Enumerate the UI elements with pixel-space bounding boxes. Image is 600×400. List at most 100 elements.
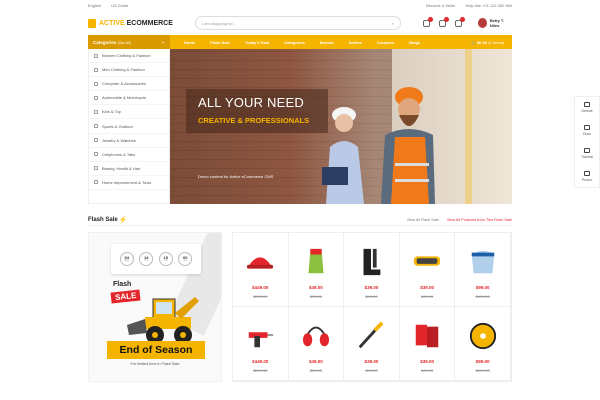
category-icon: [94, 81, 98, 86]
user-name: Betty T. Niles: [489, 18, 505, 28]
category-icon: [94, 152, 98, 157]
category-label: Home Improvement & Tools: [102, 179, 152, 185]
category-item[interactable]: Jewelry & Watches: [89, 134, 169, 148]
product-card[interactable]: $49.00 $59.00: [288, 233, 345, 307]
timer-unit: min: [163, 258, 168, 262]
side-tool-label: Docs: [583, 132, 591, 136]
safety-goggles-icon: [411, 247, 443, 277]
product-card[interactable]: $39.00 $49.00: [399, 233, 456, 307]
category-item[interactable]: Women Clothing & Fashion: [89, 49, 169, 64]
logo[interactable]: ACTIVE ECOMMERCE: [88, 18, 187, 28]
cart-button[interactable]: 🛒 $0.00 (0 Items): [471, 40, 512, 45]
category-icon: [94, 124, 98, 129]
helpline: Help line +01 112 352 566: [465, 3, 512, 8]
search-icon[interactable]: ⌕: [392, 21, 394, 26]
top-bar: English US Dollar Become a Seller Help l…: [0, 0, 600, 11]
product-card[interactable]: $39.00 $49.00: [399, 307, 456, 381]
search-input[interactable]: I am shopping for... ⌕: [194, 16, 401, 30]
end-of-season-banner: End of Season: [107, 341, 205, 359]
language-selector[interactable]: English: [88, 3, 101, 8]
category-label: Men Clothing & Fashion: [102, 67, 145, 73]
categories-label: Categories: [93, 39, 117, 45]
product-price: $99.00: [475, 359, 490, 364]
view-all-flash-sale-link[interactable]: View All Flash Sale: [407, 218, 439, 222]
nav-link-sellers[interactable]: Sellers: [349, 40, 362, 45]
woman-worker-illustration: [322, 107, 364, 204]
category-item[interactable]: Home Improvement & Tools: [89, 176, 169, 190]
side-tool-docs[interactable]: Docs: [583, 125, 591, 136]
notification-icon[interactable]: [454, 16, 465, 27]
loader-vehicle-icon: [127, 297, 199, 344]
header: ACTIVE ECOMMERCE I am shopping for... ⌕ …: [0, 11, 600, 35]
product-card[interactable]: $449.00 $599.00: [233, 307, 289, 381]
category-item[interactable]: Sports & Outdoor: [89, 119, 169, 134]
rubber-boot-icon: [355, 247, 387, 277]
category-icon: [94, 53, 98, 58]
category-item[interactable]: Beauty, Health & Hair: [89, 162, 169, 176]
product-card[interactable]: $99.00 $119.00: [455, 307, 511, 381]
product-price: $39.00: [364, 359, 379, 364]
product-price: $39.00: [364, 285, 379, 290]
side-tool-tutorial[interactable]: Tutorial: [581, 148, 593, 159]
hero-subtitle: CREATIVE & PROFESSIONALS: [198, 116, 310, 125]
nav-link-categories[interactable]: Categories: [284, 40, 305, 45]
bolt-icon: ⚡: [118, 216, 128, 224]
product-grid: $449.00 $599.00 $49.00 $59.00 $39.00 $49.00 $3…: [232, 232, 512, 382]
product-card[interactable]: $99.00 $119.00: [455, 233, 511, 307]
wishlist-badge: [443, 16, 449, 22]
side-tool-demos[interactable]: Demos: [581, 102, 593, 113]
product-old-price: $119.00: [475, 294, 490, 299]
hero-title: ALL YOUR NEED: [198, 95, 304, 110]
see-all-link[interactable]: (See All): [118, 41, 131, 45]
chevron-down-icon: ⌄: [161, 39, 165, 44]
product-old-price: $599.00: [253, 368, 268, 373]
category-label: Jewelry & Watches: [102, 137, 136, 143]
category-item[interactable]: Computer & Accessories: [89, 77, 169, 92]
nav-link-blogs[interactable]: Blogs: [409, 40, 420, 45]
compare-badge: [427, 16, 433, 22]
cart-total: $0.00: [477, 39, 488, 45]
product-card[interactable]: $49.00 $59.00: [288, 307, 345, 381]
docs-icon: [583, 125, 590, 130]
nav-link-flash-sale[interactable]: Flash Sale: [210, 40, 230, 45]
product-card[interactable]: $39.00 $49.00: [344, 307, 400, 381]
search-placeholder: I am shopping for...: [201, 20, 236, 26]
view-all-products-link[interactable]: View All Products from This Flash Sale: [447, 218, 512, 222]
hero-banner[interactable]: ALL YOUR NEED CREATIVE & PROFESSIONALS D…: [170, 49, 512, 204]
side-tool-label: Promo: [581, 178, 593, 182]
category-list: Women Clothing & Fashion Men Clothing & F…: [88, 49, 170, 204]
become-seller-link[interactable]: Become a Seller: [426, 3, 455, 8]
nav-link-brands[interactable]: Brands: [320, 40, 334, 45]
product-old-price: $59.00: [309, 294, 322, 299]
hero-caption: Demo content for Active eCommerce CMS: [198, 174, 274, 179]
nav-link-home[interactable]: Home: [184, 40, 195, 45]
nav-link-today-s-deal[interactable]: Today's Deal: [245, 40, 269, 45]
product-price: $39.00: [420, 285, 434, 290]
currency-selector[interactable]: US Dollar: [111, 3, 128, 8]
logo-bag-icon: [88, 18, 96, 28]
timer-min: 15 min: [158, 252, 173, 266]
countdown-timer: 94 days 14 hrs 15 min 00 sec: [111, 244, 201, 274]
category-item[interactable]: Kids & Toy: [89, 105, 169, 120]
product-old-price: $49.00: [420, 368, 434, 373]
compare-icon[interactable]: [422, 16, 433, 27]
category-label: Beauty, Health & Hair: [102, 165, 141, 171]
user-menu[interactable]: Betty T. Niles: [477, 18, 512, 28]
nav-link-coupons[interactable]: Coupons: [377, 40, 394, 45]
wishlist-icon[interactable]: [438, 16, 449, 27]
product-price: $39.00: [420, 359, 434, 364]
category-label: Cellphones & Tabs: [102, 151, 136, 157]
demos-icon: [584, 102, 590, 107]
product-card[interactable]: $449.00 $599.00: [233, 233, 289, 307]
navbar: Categories (See All) ⌄ Home Flash Sale Tod…: [88, 35, 512, 49]
categories-button[interactable]: Categories (See All) ⌄: [88, 35, 170, 49]
flash-sale-promo[interactable]: 94 days 14 hrs 15 min 00 sec Flash SALE End of …: [88, 232, 222, 382]
category-label: Kids & Toy: [102, 109, 121, 115]
category-item[interactable]: Automobile & Motorcycle: [89, 91, 169, 106]
side-tool-label: Demos: [581, 109, 593, 113]
category-item[interactable]: Men Clothing & Fashion: [89, 63, 169, 78]
cart-count: (0 Items): [488, 39, 504, 45]
product-card[interactable]: $39.00 $49.00: [344, 233, 400, 307]
side-tool-promo[interactable]: Promo: [582, 171, 592, 182]
category-item[interactable]: Cellphones & Tabs: [89, 148, 169, 162]
